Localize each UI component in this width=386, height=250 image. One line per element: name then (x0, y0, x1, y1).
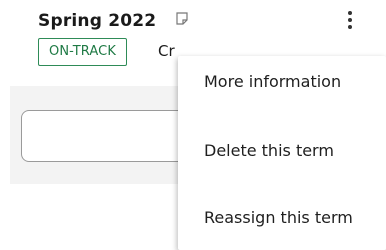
credits-label: Cr (158, 42, 175, 60)
note-icon[interactable] (176, 12, 188, 25)
more-vertical-icon[interactable] (341, 7, 359, 35)
menu-item-delete-term[interactable]: Delete this term (204, 141, 334, 160)
menu-item-more-information[interactable]: More information (204, 72, 341, 91)
term-title: Spring 2022 (38, 11, 157, 31)
term-actions-menu: More information Delete this term Reassi… (178, 56, 386, 250)
menu-item-reassign-term[interactable]: Reassign this term (204, 208, 353, 227)
status-badge: ON-TRACK (38, 38, 127, 66)
